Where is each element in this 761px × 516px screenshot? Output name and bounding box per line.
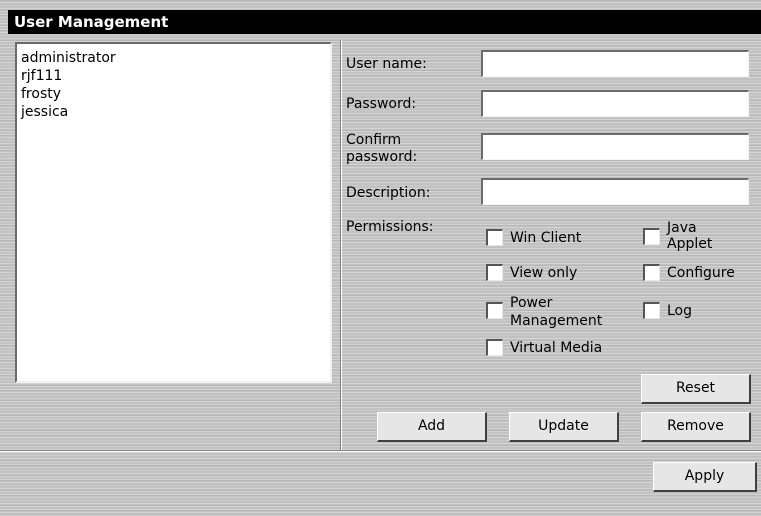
confirm-password-label: Confirm password: xyxy=(346,132,418,165)
apply-button[interactable]: Apply xyxy=(653,462,757,492)
username-field[interactable] xyxy=(481,50,749,77)
user-list[interactable]: administrator rjf111 frosty jessica xyxy=(15,42,332,383)
power-management-label: Power Management xyxy=(510,295,603,329)
user-list-item[interactable]: frosty xyxy=(21,85,326,103)
user-list-item[interactable]: jessica xyxy=(21,103,326,121)
description-field[interactable] xyxy=(481,178,749,205)
win-client-label: Win Client xyxy=(510,230,582,246)
virtual-media-checkbox[interactable] xyxy=(486,339,503,356)
password-label: Password: xyxy=(346,96,417,112)
confirm-password-field[interactable] xyxy=(481,133,749,160)
description-label: Description: xyxy=(346,185,431,201)
log-checkbox[interactable] xyxy=(643,302,660,319)
virtual-media-label: Virtual Media xyxy=(510,340,603,356)
perm-power-management[interactable]: Power Management xyxy=(486,294,602,330)
view-only-checkbox[interactable] xyxy=(486,264,503,281)
perm-java-applet[interactable]: Java Applet xyxy=(643,220,712,252)
password-field[interactable] xyxy=(481,90,749,117)
view-only-label: View only xyxy=(510,265,578,281)
horizontal-divider xyxy=(0,450,761,452)
win-client-checkbox[interactable] xyxy=(486,229,503,246)
java-applet-label: Java Applet xyxy=(667,220,713,252)
perm-log[interactable]: Log xyxy=(643,302,692,319)
configure-checkbox[interactable] xyxy=(643,264,660,281)
reset-button[interactable]: Reset xyxy=(641,374,751,404)
vertical-divider xyxy=(340,40,342,450)
perm-view-only[interactable]: View only xyxy=(486,264,577,281)
java-applet-checkbox[interactable] xyxy=(643,228,660,245)
configure-label: Configure xyxy=(667,265,735,281)
window-title: User Management xyxy=(8,10,761,34)
user-list-item[interactable]: administrator xyxy=(21,49,326,67)
perm-configure[interactable]: Configure xyxy=(643,264,735,281)
power-management-checkbox[interactable] xyxy=(486,302,503,319)
username-label: User name: xyxy=(346,56,427,72)
permissions-label: Permissions: xyxy=(346,219,434,235)
add-button[interactable]: Add xyxy=(377,412,487,442)
perm-virtual-media[interactable]: Virtual Media xyxy=(486,339,602,356)
user-list-item[interactable]: rjf111 xyxy=(21,67,326,85)
update-button[interactable]: Update xyxy=(509,412,619,442)
log-label: Log xyxy=(667,303,693,319)
remove-button[interactable]: Remove xyxy=(641,412,751,442)
perm-win-client[interactable]: Win Client xyxy=(486,229,581,246)
